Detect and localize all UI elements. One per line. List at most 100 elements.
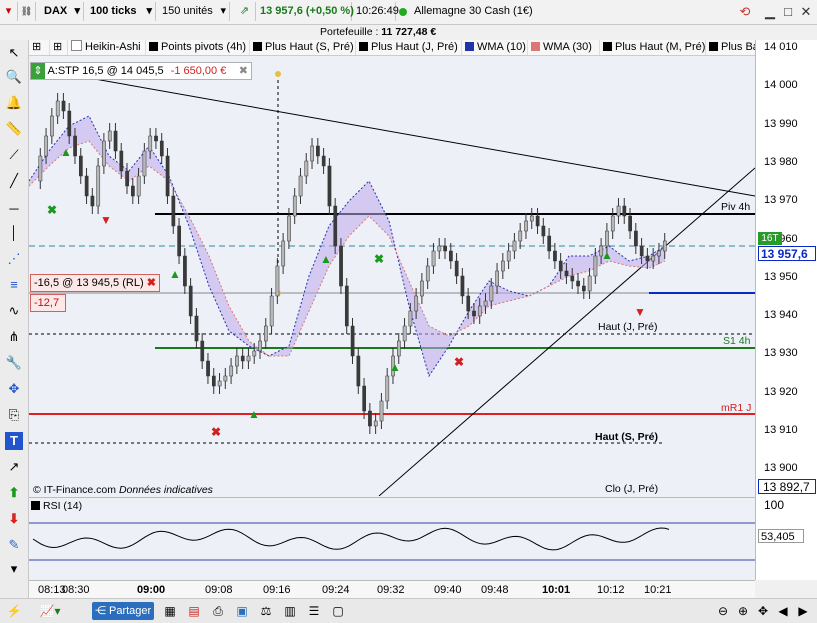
fullscreen-icon[interactable]: ✥ — [755, 603, 771, 619]
scroll-down-icon[interactable]: ▾ — [5, 560, 23, 578]
ruler-icon[interactable]: 📏 — [5, 120, 23, 138]
fibonacci-icon[interactable]: ⋰ — [5, 250, 23, 268]
price-tick: 13 970 — [764, 194, 798, 207]
tools-icon[interactable]: 🔧 — [5, 354, 23, 372]
text-icon[interactable]: T — [5, 432, 23, 450]
calendar-icon[interactable]: ▥ — [282, 603, 298, 619]
price-chart[interactable]: ✖ ▲ ▼ ▲ ✖ ▲ ▲ ✖ ▲ ✖ ▲ ▼ ⇕ A:STP 16,5 @ 14 045,5 -1 … — [29, 56, 755, 496]
alert-bell-icon[interactable]: 🔔 — [5, 94, 23, 112]
move-icon[interactable]: ✥ — [5, 380, 23, 398]
close-button[interactable]: ✕ — [798, 4, 814, 20]
line-icon[interactable]: ╱ — [5, 172, 23, 190]
candle-body — [518, 230, 523, 242]
rsi-pane[interactable]: RSI (14) — [29, 497, 755, 580]
instrument-selector[interactable]: DAX ▾ — [40, 2, 84, 21]
blue-level-price: 13 892,7 — [758, 479, 816, 494]
grid-icon[interactable]: ▤ — [186, 603, 202, 619]
indicator-high-week[interactable]: Plus Haut (S, Pré) — [249, 40, 357, 55]
close-icon[interactable]: ✖ — [239, 63, 248, 79]
last-price: 13 957,6 — [758, 246, 816, 261]
refresh-icon[interactable]: ⟲ — [737, 4, 753, 20]
maximize-button[interactable]: □ — [780, 4, 796, 20]
indicator-pivot-points[interactable]: Points pivots (4h) — [145, 40, 251, 55]
indicator-label: Plus Haut (S, Pré) — [265, 41, 354, 53]
pen-icon[interactable]: ✎ — [5, 536, 23, 554]
indicator-settings-icon[interactable]: ⊞ — [29, 40, 41, 55]
red-cross-marker: ✖ — [211, 425, 221, 439]
horizontal-line-icon[interactable]: ─ — [5, 200, 23, 218]
candle-body — [541, 225, 546, 237]
indicator-label: WMA (30) — [543, 41, 592, 53]
candle-body — [570, 275, 575, 282]
chart-type-icon[interactable]: ⚡ — [6, 603, 22, 619]
price-axis[interactable]: 14 01014 00013 99013 98013 97013 96013 9… — [755, 40, 817, 580]
candle-body — [223, 375, 228, 382]
candle-body — [217, 380, 222, 387]
chart-style-icon[interactable]: 📈▾ — [30, 603, 70, 619]
mr1-label: mR1 J — [721, 402, 752, 414]
timeframe-selector[interactable]: 100 ticks ▾ — [86, 2, 156, 21]
share-button[interactable]: ⋲ Partager — [92, 602, 154, 620]
time-tick: 10:21 — [644, 584, 672, 596]
segment-icon[interactable]: ⟋ — [5, 146, 23, 164]
price-tick: 13 920 — [764, 385, 798, 398]
layout-icon[interactable]: ▦ — [162, 603, 178, 619]
resistance-trendline — [88, 77, 755, 197]
time-tick: 09:24 — [322, 584, 350, 596]
candle-body — [292, 195, 297, 217]
menu-icon[interactable]: ▾ — [0, 2, 18, 21]
candle-body — [373, 420, 378, 427]
channel-icon[interactable]: ≡ — [5, 276, 23, 294]
time-axis[interactable]: 08:13 08:30 09:00 09:08 09:16 09:24 09:32 09:40… — [29, 580, 755, 598]
position-box[interactable]: -16,5 @ 13 945,5 (RL) ✖ — [30, 274, 160, 292]
indicator-low[interactable]: Plus Bas — [705, 40, 755, 55]
zoom-out-icon[interactable]: ⊖ — [715, 603, 731, 619]
copy-icon[interactable]: ⎘ — [5, 406, 23, 424]
candle-body — [529, 215, 534, 222]
indicator-heikin-ashi[interactable]: Heikin-Ashi — [67, 40, 147, 55]
candle-body — [408, 310, 413, 327]
zoom-in-icon[interactable]: ⊕ — [735, 603, 751, 619]
buy-arrow-icon[interactable]: ⬆ — [5, 484, 23, 502]
scroll-right-icon[interactable]: ▶ — [795, 603, 811, 619]
time-tick: 09:00 — [137, 584, 166, 596]
share-icon: ⋲ — [95, 605, 106, 617]
candle-body — [73, 135, 77, 157]
indicator-toggle-icon[interactable]: ⊞ — [49, 40, 62, 55]
portfolio-label: Portefeuille : — [320, 26, 379, 38]
quantity-selector[interactable]: 150 unités ▾ — [158, 2, 230, 21]
wave-icon[interactable]: ∿ — [5, 302, 23, 320]
swatch — [253, 42, 262, 51]
indicator-wma-30[interactable]: WMA (30) — [527, 40, 601, 55]
stop-order-handle-icon[interactable]: ⇕ — [31, 63, 45, 79]
indicator-high-day[interactable]: Plus Haut (J, Pré) — [355, 40, 463, 55]
arrow-tool-icon[interactable]: ↗ — [5, 458, 23, 476]
indicator-high-month[interactable]: Plus Haut (M, Pré) — [599, 40, 707, 55]
link-icon[interactable]: ⛓ — [18, 2, 36, 21]
pitchfork-icon[interactable]: ⋔ — [5, 328, 23, 346]
scroll-left-icon[interactable]: ◀ — [775, 603, 791, 619]
close-icon[interactable]: ✖ — [147, 275, 156, 291]
rsi-axis-top: 100 — [764, 498, 785, 512]
indicator-wma-10[interactable]: WMA (10) — [461, 40, 529, 55]
order-handle — [275, 71, 281, 77]
sell-arrow-icon[interactable]: ⬇ — [5, 510, 23, 528]
scale-icon[interactable]: ⚖ — [258, 603, 274, 619]
candle-body — [61, 100, 66, 112]
minimize-button[interactable]: ▁ — [762, 4, 778, 20]
list-icon[interactable]: ☰ — [306, 603, 322, 619]
candle-body — [431, 250, 436, 267]
position-label: -16,5 @ 13 945,5 (RL) — [34, 277, 144, 289]
cursor-icon[interactable]: ↖ — [5, 44, 23, 62]
zoom-icon[interactable]: 🔍 — [5, 68, 23, 86]
rsi-legend[interactable]: RSI (14) — [31, 500, 82, 512]
rsi-canvas[interactable] — [29, 498, 755, 580]
save-icon[interactable]: ▣ — [234, 603, 250, 619]
red-cross-marker: ✖ — [454, 355, 464, 369]
stop-order-box[interactable]: ⇕ A:STP 16,5 @ 14 045,5 -1 650,00 € ✖ — [30, 62, 252, 80]
candle-body — [489, 285, 494, 302]
price-change: 13 957,6 (+0,50 %) — [256, 2, 354, 21]
print-icon[interactable]: ⎙ — [210, 603, 226, 619]
vertical-line-icon[interactable]: │ — [5, 224, 23, 242]
window-icon[interactable]: ▢ — [330, 603, 346, 619]
